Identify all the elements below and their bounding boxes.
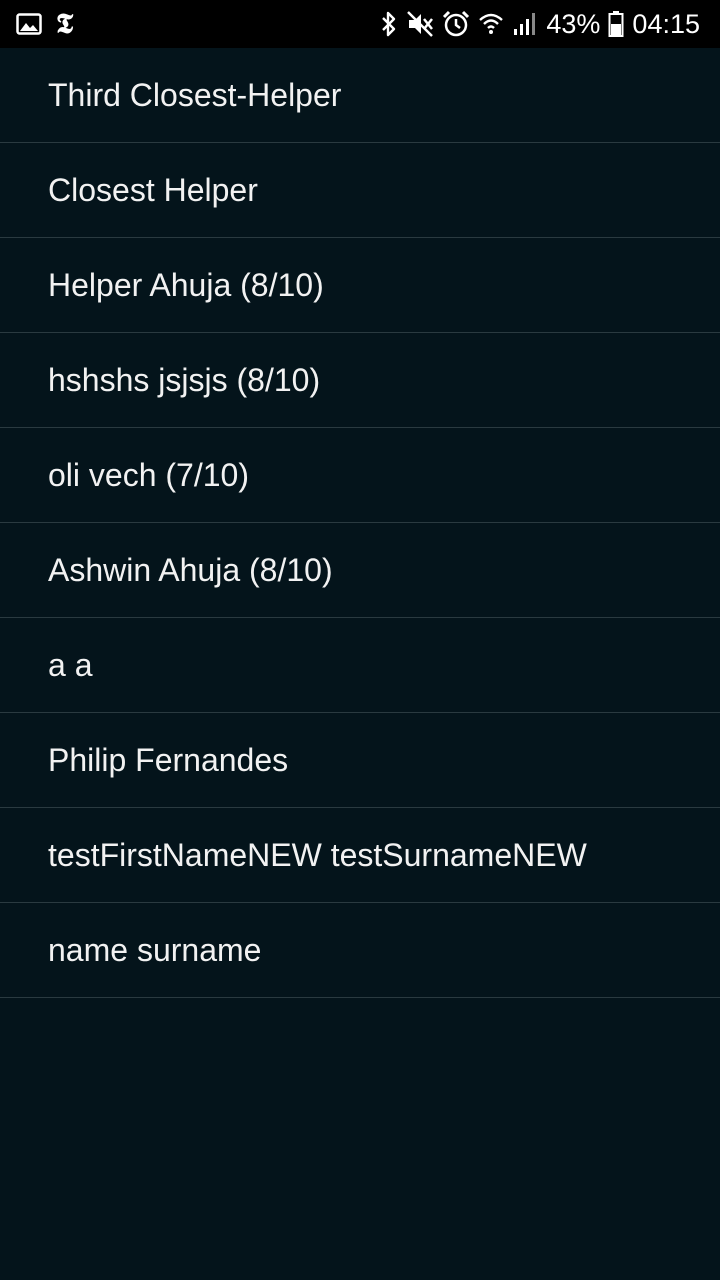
list-item[interactable]: Third Closest-Helper bbox=[0, 48, 720, 143]
list-item-label: Philip Fernandes bbox=[48, 741, 289, 778]
signal-icon bbox=[512, 11, 538, 37]
list-item[interactable]: Closest Helper bbox=[0, 143, 720, 238]
battery-percent: 43% bbox=[546, 8, 601, 39]
alarm-icon bbox=[442, 10, 470, 38]
status-bar: 𝕿 43% 04:15 bbox=[0, 0, 720, 48]
list-item[interactable]: hshshs jsjsjs (8/10) bbox=[0, 333, 720, 428]
list-item-label: Closest Helper bbox=[48, 171, 258, 208]
status-bar-left: 𝕿 bbox=[16, 0, 73, 48]
list-item-label: a a bbox=[48, 646, 93, 683]
list-item-label: oli vech (7/10) bbox=[48, 456, 249, 493]
list-item-label: testFirstNameNEW testSurnameNEW bbox=[48, 836, 587, 873]
mute-icon bbox=[406, 10, 434, 38]
list-item-label: Ashwin Ahuja (8/10) bbox=[48, 551, 333, 588]
battery-icon bbox=[608, 10, 624, 38]
list-item[interactable]: testFirstNameNEW testSurnameNEW bbox=[0, 808, 720, 903]
list-item-label: Helper Ahuja (8/10) bbox=[48, 266, 324, 303]
list-item-label: Third Closest-Helper bbox=[48, 76, 342, 113]
list-item[interactable]: name surname bbox=[0, 903, 720, 998]
status-bar-right: 43% 04:15 bbox=[380, 0, 700, 48]
helper-list: Third Closest-Helper Closest Helper Help… bbox=[0, 48, 720, 998]
wifi-icon bbox=[478, 10, 504, 38]
list-item[interactable]: Ashwin Ahuja (8/10) bbox=[0, 523, 720, 618]
list-item[interactable]: Philip Fernandes bbox=[0, 713, 720, 808]
nyt-icon: 𝕿 bbox=[56, 7, 74, 40]
list-item[interactable]: a a bbox=[0, 618, 720, 713]
clock: 04:15 bbox=[632, 8, 700, 39]
image-icon bbox=[16, 12, 42, 36]
list-item[interactable]: oli vech (7/10) bbox=[0, 428, 720, 523]
bluetooth-icon bbox=[380, 10, 398, 38]
list-item-label: hshshs jsjsjs (8/10) bbox=[48, 361, 321, 398]
list-item[interactable]: Helper Ahuja (8/10) bbox=[0, 238, 720, 333]
list-item-label: name surname bbox=[48, 931, 262, 968]
